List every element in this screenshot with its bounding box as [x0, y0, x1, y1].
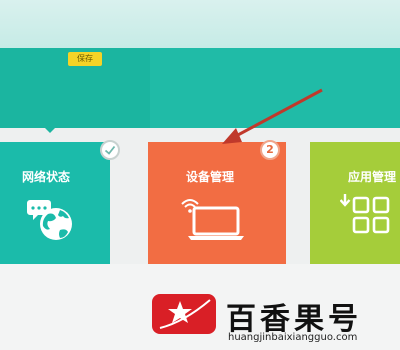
watermark: 百香果号 huangjinbaixiangguo.com — [150, 292, 390, 346]
tile-app-management[interactable]: 应用管理 — [310, 142, 400, 264]
globe-icon — [27, 200, 72, 240]
apps-icon — [340, 194, 390, 234]
tile-network-status-label: 网络状态 — [22, 170, 71, 184]
tile-app-management-label: 应用管理 — [348, 170, 397, 184]
banner-right-panel — [150, 48, 400, 128]
laptop-icon — [181, 199, 244, 240]
save-button[interactable]: 保存 — [68, 52, 102, 66]
status-check-icon — [100, 140, 120, 160]
watermark-url: huangjinbaixiangguo.com — [228, 332, 358, 343]
star-logo — [152, 294, 216, 334]
tile-device-management[interactable]: 设备管理 — [148, 142, 286, 264]
banner-notch — [43, 126, 57, 133]
tile-device-management-label: 设备管理 — [186, 170, 235, 184]
device-count-badge: 2 — [260, 140, 280, 160]
tile-network-status[interactable]: 网络状态 — [0, 142, 110, 264]
top-header-bar — [0, 0, 400, 48]
